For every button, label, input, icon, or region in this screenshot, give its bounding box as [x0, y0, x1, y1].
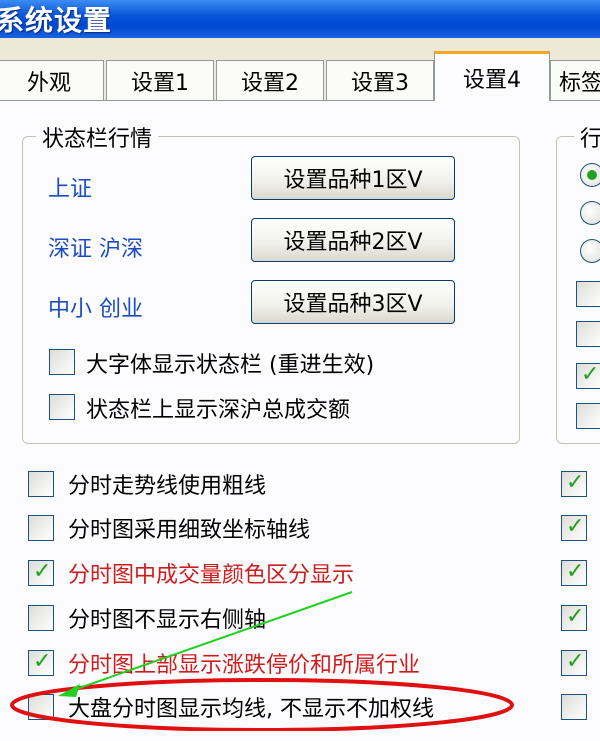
right-radio-1[interactable] [580, 163, 600, 187]
right-option-checkbox-3[interactable]: ✓ [561, 559, 587, 586]
check-mark-icon: ✓ [566, 559, 585, 584]
check-mark-icon: ✓ [566, 514, 585, 539]
set-variety-zone2-button[interactable]: 设置品种2区V [251, 218, 455, 262]
window-title: 系统设置 [0, 4, 113, 37]
thick-line-checkbox[interactable] [28, 471, 54, 497]
right-option-checkbox-5[interactable]: ✓ [561, 649, 587, 676]
set-variety-zone1-button[interactable]: 设置品种1区V [251, 156, 455, 200]
tab-panel: 状态栏行情 上证 设置品种1区V 深证 沪深 设置品种2区V 中小 创业 设置品… [0, 100, 600, 741]
check-mark-icon: ✓ [566, 470, 585, 495]
fine-axis-label: 分时图采用细致坐标轴线 [68, 518, 311, 543]
index-avg-line-checkbox[interactable] [28, 694, 54, 720]
check-mark-icon: ✓ [566, 649, 585, 674]
right-radio-2[interactable] [580, 201, 600, 225]
tab-appearance[interactable]: 外观 [0, 60, 104, 100]
check-mark-icon: ✓ [33, 649, 52, 674]
check-mark-icon: ✓ [581, 362, 600, 387]
right-checkbox-3[interactable]: ✓ [576, 362, 600, 389]
tab-settings3[interactable]: 设置3 [326, 60, 434, 100]
large-font-statusbar-label: 大字体显示状态栏 (重进生效) [86, 353, 375, 378]
right-radio-3[interactable] [580, 239, 600, 263]
right-option-checkbox-6[interactable] [561, 694, 587, 720]
label-shenzhen: 深证 沪深 [48, 237, 143, 262]
show-total-turnover-label: 状态栏上显示深沪总成交额 [86, 398, 351, 423]
tab-label: 设置2 [241, 70, 299, 96]
tab-label: 标签 [559, 70, 600, 96]
label-sme-gem: 中小 创业 [48, 297, 143, 322]
title-bar: 系统设置 [0, 0, 600, 38]
large-font-statusbar-checkbox[interactable] [49, 349, 75, 375]
right-group-legend: 行 [574, 121, 600, 153]
status-group-legend: 状态栏行情 [36, 121, 159, 153]
radio-selected-dot [587, 170, 597, 180]
limit-price-industry-checkbox[interactable]: ✓ [28, 649, 54, 676]
tab-label: 设置4 [463, 67, 521, 93]
tab-label: 外观 [26, 70, 71, 96]
fine-axis-checkbox[interactable] [28, 515, 54, 541]
volume-color-label: 分时图中成交量颜色区分显示 [68, 563, 355, 588]
tab-label: 设置3 [351, 70, 409, 96]
right-option-checkbox-2[interactable]: ✓ [561, 514, 587, 541]
settings-dialog: 外观 设置1 设置2 设置3 设置4 标签 状态栏行情 上证 设置品种1区V 深… [0, 38, 600, 741]
tab-label: 设置1 [131, 70, 189, 96]
check-mark-icon: ✓ [566, 604, 585, 629]
thick-line-label: 分时走势线使用粗线 [68, 474, 267, 499]
tab-labels[interactable]: 标签 [550, 60, 600, 100]
tab-settings4[interactable]: 设置4 [434, 51, 550, 101]
volume-color-checkbox[interactable]: ✓ [28, 559, 54, 586]
index-avg-line-label: 大盘分时图显示均线, 不显示不加权线 [68, 697, 434, 722]
check-mark-icon: ✓ [33, 559, 52, 584]
limit-price-industry-label: 分时图上部显示涨跌停价和所属行业 [68, 653, 421, 678]
right-option-checkbox-1[interactable]: ✓ [561, 470, 587, 497]
hide-right-axis-checkbox[interactable] [28, 605, 54, 631]
show-total-turnover-checkbox[interactable] [49, 394, 75, 420]
right-checkbox-1[interactable] [576, 281, 600, 307]
label-shanghai: 上证 [48, 177, 93, 202]
right-option-checkbox-4[interactable]: ✓ [561, 604, 587, 631]
tab-settings2[interactable]: 设置2 [216, 60, 324, 100]
right-checkbox-2[interactable] [576, 321, 600, 347]
tab-settings1[interactable]: 设置1 [106, 60, 214, 100]
hide-right-axis-label: 分时图不显示右侧轴 [68, 608, 267, 633]
set-variety-zone3-button[interactable]: 设置品种3区V [251, 280, 455, 324]
right-checkbox-4[interactable] [576, 403, 600, 429]
